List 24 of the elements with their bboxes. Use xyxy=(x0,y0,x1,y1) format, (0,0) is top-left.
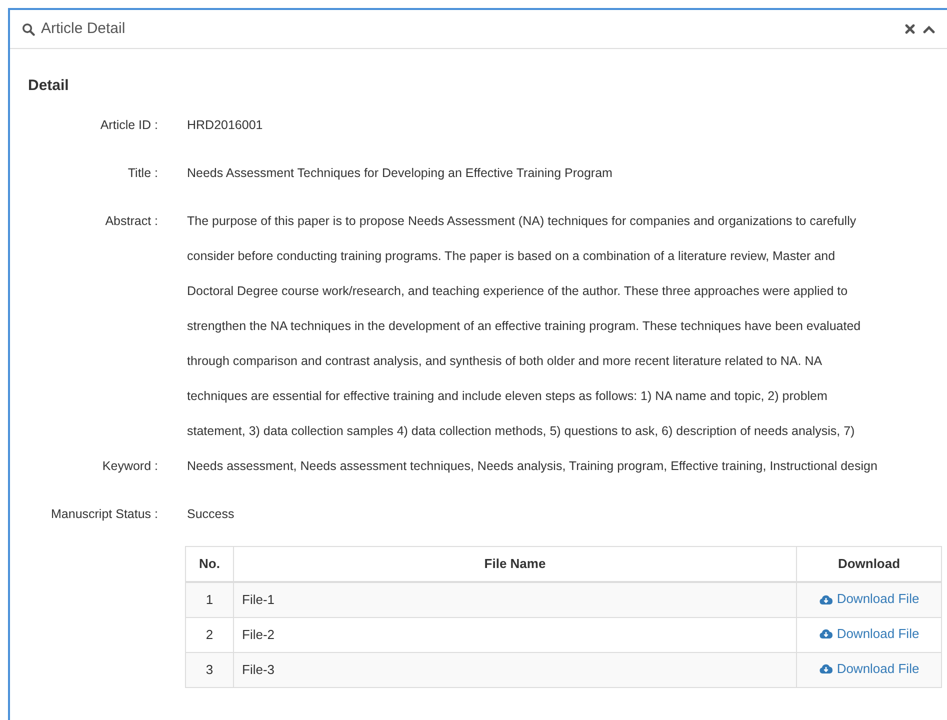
table-cell: 2 xyxy=(186,617,234,652)
cloud-download-icon xyxy=(818,628,833,640)
abstract-text: The purpose of this paper is to propose Needs Assessment (NA) techniques for companies and organizations to carefully consider before conducting training programs. The paper is based on a combination of a literature review, Master and Doctoral Degree course work/research, and teaching experience of the author. These three approaches were applied to strengthen the NA techniques in the development of an effective training program. These techniques have been evaluated through comparison and contrast analysis, and synthesis of both older and more recent literature related to NA. NA techniques are essential for effective training and include eleven steps as follows: 1) NA name and topic, 2) problem statement, 3) data collection samples 4) data collection methods, 5) questions to ask, 6) description of needs analysis, 7) xyxy=(187,212,861,440)
section-title: Detail xyxy=(28,76,70,96)
field-value: Needs Assessment Techniques for Developing an Effective Training Program xyxy=(187,164,612,182)
field-label: Article ID : xyxy=(99,116,158,134)
cloud-download-icon xyxy=(818,663,833,674)
field-label: Manuscript Status : xyxy=(50,506,158,523)
table-cell: File-1 xyxy=(234,582,796,617)
field-value: HRD2016001 xyxy=(187,116,263,134)
field-value: Needs assessment, Needs assessment techniques, Needs analysis, Training program, Effective training, Instructional design xyxy=(187,458,878,475)
field-value: Success xyxy=(187,506,234,522)
table-cell: File-2 xyxy=(234,617,796,652)
table-cell: 3 xyxy=(186,652,234,687)
table-cell: File-3 xyxy=(234,652,796,687)
search-icon xyxy=(22,22,35,36)
field-label: Title : xyxy=(126,164,158,182)
chevron-up-icon[interactable] xyxy=(923,24,935,34)
cloud-download-icon xyxy=(818,594,833,605)
field-label: Abstract : xyxy=(104,212,158,230)
panel-title: Article Detail xyxy=(41,18,126,39)
field-label: Keyword : xyxy=(101,458,158,475)
table-cell: 1 xyxy=(186,582,234,617)
close-icon[interactable] xyxy=(905,24,915,34)
